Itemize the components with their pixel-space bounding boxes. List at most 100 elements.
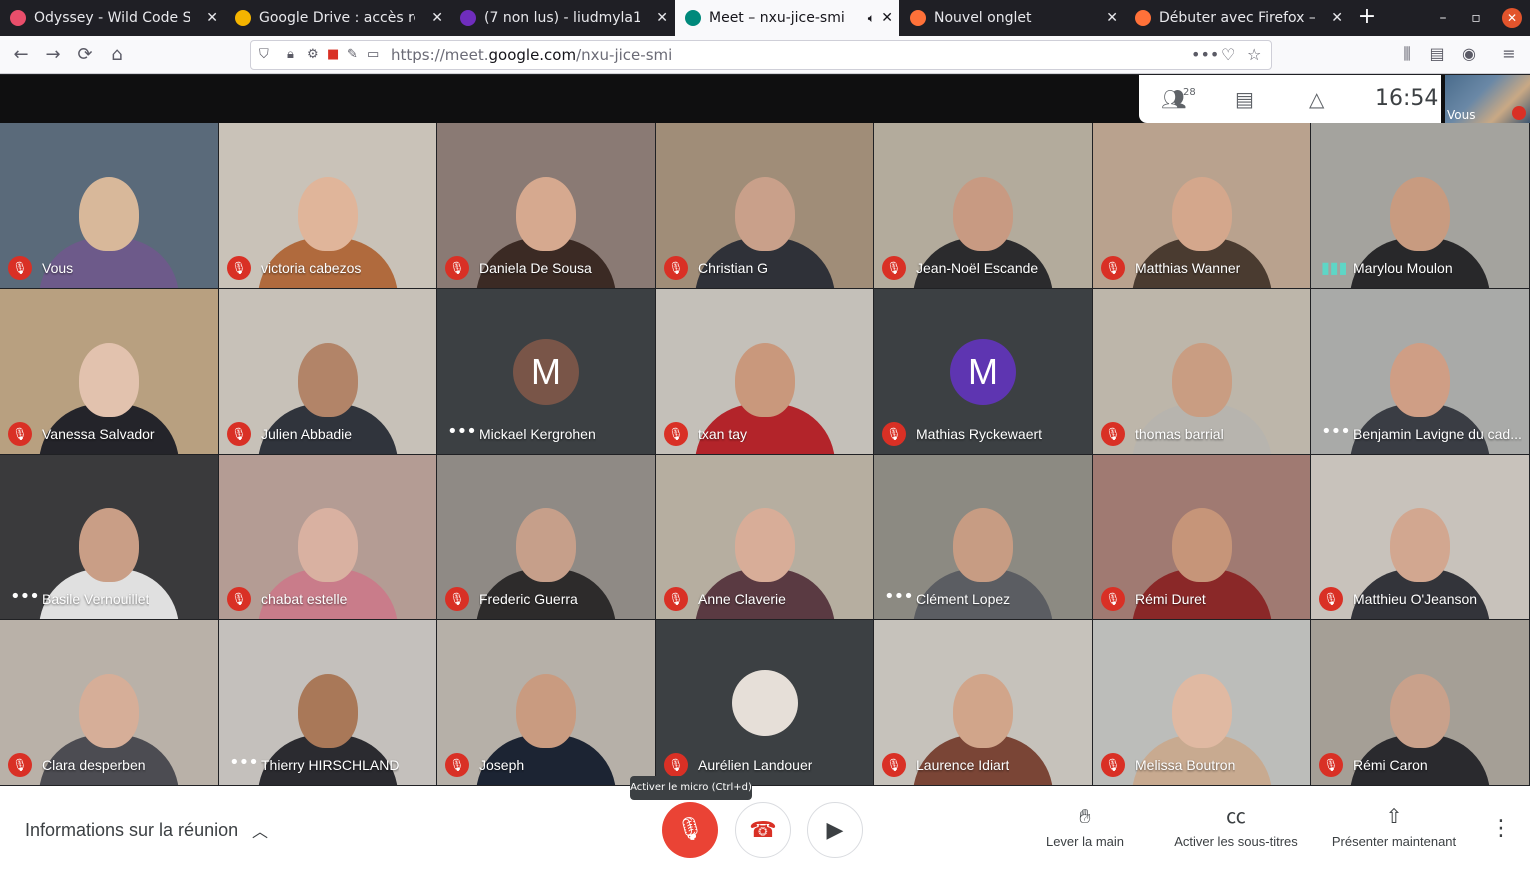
back-icon[interactable]: ← bbox=[8, 42, 34, 68]
leave-call-button[interactable]: ☎︎ bbox=[735, 802, 791, 858]
participant-tile[interactable]: 🎙︎ Matthias Wanner bbox=[1093, 123, 1310, 288]
participant-face bbox=[1390, 176, 1450, 251]
notification-icon[interactable]: ▭ bbox=[367, 47, 379, 62]
participant-tile[interactable]: M ••• Mickael Kergrohen bbox=[437, 289, 655, 454]
mic-off-icon: 🎙︎ bbox=[676, 817, 704, 842]
browser-tab[interactable]: (7 non lus) - liudmyla12@ ✕ bbox=[450, 0, 674, 36]
participant-tile[interactable]: 🎙︎ Clara desperben bbox=[0, 620, 218, 785]
participant-name: Frederic Guerra bbox=[479, 591, 578, 607]
mic-muted-icon: 🎙︎ bbox=[1319, 753, 1343, 777]
sidebar-icon[interactable]: ▤ bbox=[1426, 44, 1448, 63]
more-options-icon[interactable]: ⋮ bbox=[1490, 816, 1512, 841]
participant-avatar: M bbox=[513, 338, 579, 405]
participant-tile[interactable]: 🎙︎ Melissa Boutron bbox=[1093, 620, 1310, 785]
participant-face bbox=[1171, 342, 1232, 417]
reload-icon[interactable]: ⟳ bbox=[72, 42, 98, 68]
participant-tile[interactable]: 🎙︎ Julien Abbadie bbox=[219, 289, 436, 454]
participant-face bbox=[79, 508, 139, 583]
present-now-button[interactable]: ⇧ Présenter maintenant bbox=[1326, 806, 1462, 849]
captions-label: Activer les sous-titres bbox=[1174, 834, 1298, 849]
tab-close-icon[interactable]: ✕ bbox=[881, 0, 893, 36]
account-icon[interactable]: ◉ bbox=[1458, 44, 1480, 63]
participant-tile[interactable]: 🎙︎ Aurélien Landouer bbox=[656, 620, 873, 785]
participant-tile[interactable]: ••• Clément Lopez bbox=[874, 455, 1092, 619]
meeting-clock: 16:54 bbox=[1375, 86, 1439, 111]
meeting-details-button[interactable]: Informations sur la réunion bbox=[25, 820, 238, 841]
tab-close-icon[interactable]: ✕ bbox=[1331, 0, 1343, 36]
mic-muted-icon: 🎙︎ bbox=[227, 422, 251, 446]
participant-name: Rémi Duret bbox=[1135, 591, 1206, 607]
close-window-button[interactable]: ✕ bbox=[1502, 8, 1522, 28]
mic-muted-icon: 🎙︎ bbox=[8, 422, 32, 446]
raise-hand-button[interactable]: ✋︎ Lever la main bbox=[1040, 806, 1130, 849]
participant-tile[interactable]: 🎙︎ Frederic Guerra bbox=[437, 455, 655, 619]
camera-permission-icon[interactable]: ■ bbox=[327, 47, 339, 62]
participant-count: 28 bbox=[1183, 87, 1196, 98]
participant-tile[interactable]: 🎙︎ Vanessa Salvador bbox=[0, 289, 218, 454]
meet-icon bbox=[685, 10, 701, 26]
chat-icon[interactable]: ▤ bbox=[1235, 87, 1254, 111]
participant-tile[interactable]: ▮▮▮ Marylou Moulon bbox=[1311, 123, 1529, 288]
participant-name: Mathias Ryckewaert bbox=[916, 426, 1043, 442]
bookmark-star-icon[interactable]: ☆ bbox=[1247, 45, 1261, 64]
microphone-toggle-button[interactable]: 🎙︎ bbox=[662, 802, 718, 858]
browser-tab[interactable]: Google Drive : accès refu ✕ bbox=[225, 0, 449, 36]
audio-idle-icon: ••• bbox=[447, 421, 477, 442]
camera-toggle-button[interactable]: ▶︎ bbox=[807, 802, 863, 858]
menu-icon[interactable]: ≡ bbox=[1498, 44, 1520, 63]
participant-tile[interactable]: 🎙︎ Daniela De Sousa bbox=[437, 123, 655, 288]
participant-tile[interactable]: 🎙︎ Rémi Duret bbox=[1093, 455, 1310, 619]
participant-tile[interactable]: 🎙︎ chabat estelle bbox=[219, 455, 436, 619]
participant-tile[interactable]: 🎙︎ txan tay bbox=[656, 289, 873, 454]
address-bar[interactable]: ⛉ 🔒︎ ⚙ ■ ✎ ▭ https://meet.google.com/nxu… bbox=[250, 40, 1272, 70]
url-text[interactable]: https://meet.google.com/nxu-jice-smi bbox=[391, 46, 672, 64]
home-icon[interactable]: ⌂ bbox=[104, 42, 130, 68]
page-actions-icon[interactable]: ••• bbox=[1191, 45, 1219, 64]
captions-button[interactable]: ㏄ Activer les sous-titres bbox=[1162, 806, 1310, 849]
participant-name: Thierry HIRSCHLAND bbox=[261, 757, 400, 773]
browser-tab[interactable]: Nouvel onglet ✕ bbox=[900, 0, 1124, 36]
activities-icon[interactable]: △ bbox=[1309, 87, 1324, 111]
tab-close-icon[interactable]: ✕ bbox=[656, 0, 668, 36]
mic-permission-icon[interactable]: ✎ bbox=[347, 47, 358, 62]
participant-tile[interactable]: ••• Benjamin Lavigne du cad... bbox=[1311, 289, 1529, 454]
tab-close-icon[interactable]: ✕ bbox=[431, 0, 443, 36]
speaker-icon[interactable]: 🔈︎ bbox=[868, 0, 875, 36]
permissions-icon[interactable]: ⚙ bbox=[307, 47, 319, 62]
participant-tile[interactable]: 🎙︎ Rémi Caron bbox=[1311, 620, 1529, 785]
self-view-thumbnail[interactable]: Vous bbox=[1445, 75, 1530, 123]
participant-tile[interactable]: 🎙︎ Christian G bbox=[656, 123, 873, 288]
maximize-window-button[interactable]: ▫ bbox=[1463, 0, 1489, 36]
participant-tile[interactable]: 🎙︎ thomas barrial bbox=[1093, 289, 1310, 454]
new-tab-button[interactable]: + bbox=[1356, 0, 1378, 36]
mic-muted-icon: 🎙︎ bbox=[664, 587, 688, 611]
browser-tab[interactable]: Meet – nxu-jice-smi 🔈︎ ✕ bbox=[675, 0, 899, 36]
participant-face bbox=[79, 673, 139, 748]
tab-close-icon[interactable]: ✕ bbox=[206, 0, 218, 36]
forward-icon[interactable]: → bbox=[40, 42, 66, 68]
participant-tile[interactable]: 🎙︎ Jean-Noël Escande bbox=[874, 123, 1092, 288]
minimize-window-button[interactable]: – bbox=[1430, 0, 1456, 36]
participant-tile[interactable]: ••• Thierry HIRSCHLAND bbox=[219, 620, 436, 785]
participant-tile[interactable]: ••• Basile Vernouillet bbox=[0, 455, 218, 619]
participant-tile[interactable]: 🎙︎ Joseph bbox=[437, 620, 655, 785]
lock-icon[interactable]: 🔒︎ bbox=[287, 47, 294, 62]
participant-tile[interactable]: 🎙︎ Vous bbox=[0, 123, 218, 288]
participant-name: chabat estelle bbox=[261, 591, 348, 607]
participant-face bbox=[1390, 342, 1450, 417]
chevron-up-icon[interactable]: ︿ bbox=[252, 818, 268, 842]
mic-muted-icon: 🎙︎ bbox=[8, 753, 32, 777]
tracking-shield-icon[interactable]: ⛉ bbox=[259, 47, 269, 62]
library-icon[interactable]: ⫼ bbox=[1396, 44, 1418, 64]
participant-face bbox=[1171, 508, 1232, 583]
hand-icon: ✋︎ bbox=[1079, 806, 1091, 828]
participant-tile[interactable]: 🎙︎ Anne Claverie bbox=[656, 455, 873, 619]
participant-tile[interactable]: 🎙︎ Matthieu O'Jeanson bbox=[1311, 455, 1529, 619]
pocket-icon[interactable]: ♡ bbox=[1221, 45, 1235, 64]
tab-close-icon[interactable]: ✕ bbox=[1106, 0, 1118, 36]
browser-tab[interactable]: Odyssey - Wild Code Sch ✕ bbox=[0, 0, 224, 36]
participant-tile[interactable]: M 🎙︎ Mathias Ryckewaert bbox=[874, 289, 1092, 454]
browser-tab[interactable]: Débuter avec Firefox – a ✕ bbox=[1125, 0, 1349, 36]
participant-tile[interactable]: 🎙︎ victoria cabezos bbox=[219, 123, 436, 288]
participant-tile[interactable]: 🎙︎ Laurence Idiart bbox=[874, 620, 1092, 785]
